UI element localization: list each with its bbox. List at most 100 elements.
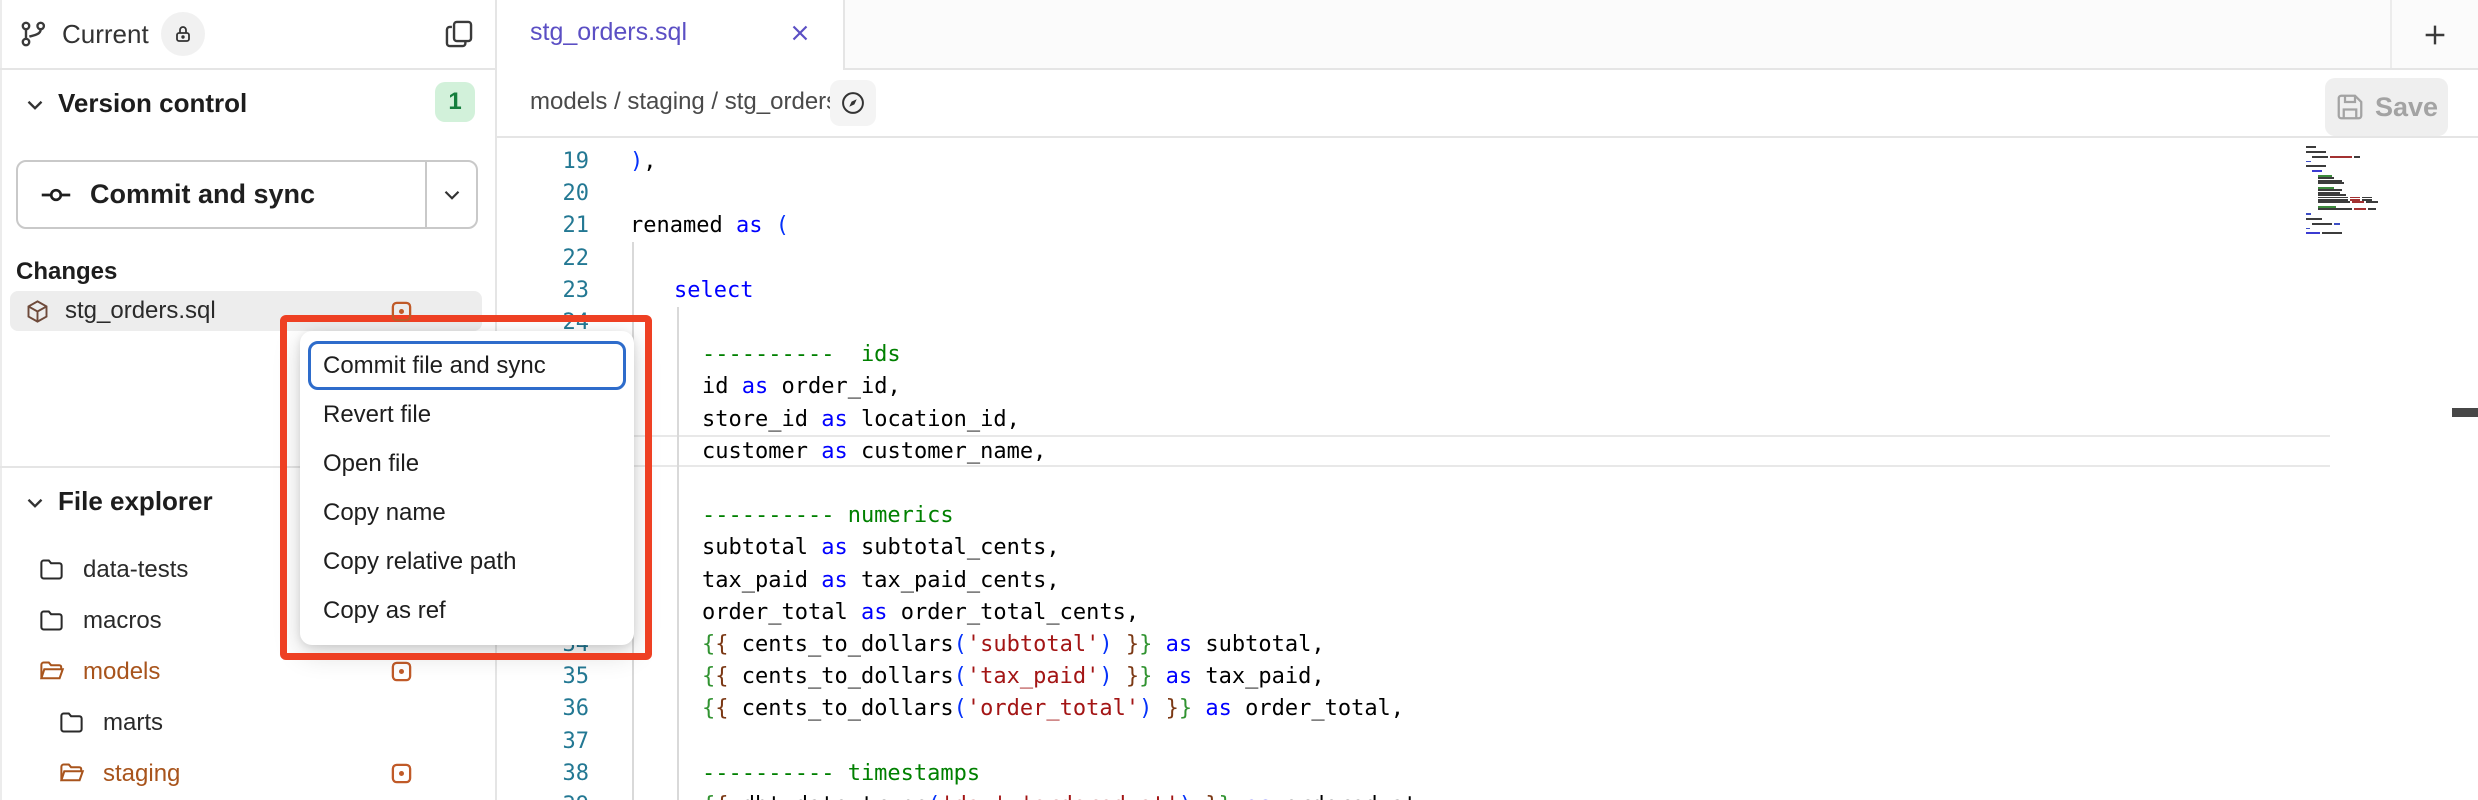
code-line-29: 29	[497, 467, 2478, 500]
code-line-22: 22	[497, 242, 2478, 275]
code-text: renamed as (	[630, 209, 789, 242]
chevron-down-icon	[22, 490, 48, 516]
code-line-36: 36 {{ cents_to_dollars('order_total') }} …	[497, 692, 2478, 725]
line-number: 36	[497, 692, 589, 725]
modified-folder-badge	[390, 660, 413, 683]
code-line-38: 38 ---------- timestamps	[497, 757, 2478, 790]
line-number: 19	[497, 145, 589, 178]
code-line-31: 31subtotal as subtotal_cents,	[497, 531, 2478, 564]
changes-heading: Changes	[16, 258, 117, 286]
line-number: 23	[497, 274, 589, 307]
code-text: {{ cents_to_dollars('order_total') }} as…	[630, 692, 1404, 725]
modified-file-badge	[390, 300, 413, 323]
code-line-34: 34{{ cents_to_dollars('subtotal') }} as …	[497, 628, 2478, 661]
branch-selector[interactable]: Current	[18, 10, 205, 58]
save-label: Save	[2375, 92, 2438, 123]
line-number: 39	[497, 789, 589, 800]
line-number: 38	[497, 757, 589, 790]
folder-label: data-tests	[83, 556, 188, 584]
tabbar-divider	[2390, 0, 2392, 68]
folder-open-icon	[58, 760, 85, 787]
sidebar-item-staging[interactable]: staging	[0, 748, 495, 799]
code-text: store_id as location_id,	[630, 403, 1020, 436]
code-line-25: 25---------- ids	[497, 338, 2478, 371]
tab-close-icon[interactable]	[787, 20, 813, 46]
commit-and-sync-main[interactable]: Commit and sync	[18, 162, 427, 227]
code-text: order_total as order_total_cents,	[630, 596, 1139, 629]
minimap[interactable]	[2306, 146, 2436, 239]
code-editor[interactable]: 19),2021renamed as (2223select2425------…	[497, 138, 2478, 800]
code-text: ---------- numerics	[630, 499, 954, 532]
lock-icon	[161, 12, 205, 56]
sidebar-item-marts[interactable]: marts	[0, 697, 495, 748]
folder-closed-icon	[38, 607, 65, 634]
code-line-19: 19),	[497, 145, 2478, 178]
code-line-21: 21 renamed as (	[497, 209, 2478, 242]
file-explorer-title: File explorer	[58, 486, 213, 517]
code-lines: 19),2021renamed as (2223select2425------…	[497, 138, 2478, 800]
breadcrumb-bar: models / staging / stg_orders.sql Save	[497, 70, 2478, 138]
line-number: 22	[497, 242, 589, 275]
code-line-35: 35 {{ cents_to_dollars('tax_paid') }} as …	[497, 660, 2478, 693]
save-floppy-icon	[2335, 92, 2365, 122]
tab-stg-orders[interactable]: stg_orders.sql	[497, 0, 845, 70]
code-line-20: 20	[497, 177, 2478, 210]
version-control-title: Version control	[58, 88, 247, 119]
code-text: customer as customer_name,	[630, 435, 1046, 468]
commit-and-sync-button[interactable]: Commit and sync	[16, 160, 478, 229]
code-text: {{ dbt.date_trunc('day','ordered_at') }}…	[630, 789, 1417, 800]
annotation-red-rectangle	[280, 315, 652, 660]
editor-tab-bar: stg_orders.sql	[497, 0, 2478, 70]
git-commit-icon	[38, 177, 74, 213]
code-line-30: 30---------- numerics	[497, 499, 2478, 532]
code-text: {{ cents_to_dollars('subtotal') }} as su…	[630, 628, 1325, 661]
code-text: id as order_id,	[630, 370, 901, 403]
code-text: {{ cents_to_dollars('tax_paid') }} as ta…	[630, 660, 1325, 693]
code-line-37: 37	[497, 725, 2478, 758]
dbt-model-cube-icon	[24, 298, 51, 325]
folder-closed-icon	[58, 709, 85, 736]
breadcrumb: models / staging / stg_orders.sql	[530, 88, 876, 116]
line-number: 20	[497, 177, 589, 210]
code-line-24: 24	[497, 306, 2478, 339]
line-number: 35	[497, 660, 589, 693]
line-number: 21	[497, 209, 589, 242]
modified-folder-badge	[390, 762, 413, 785]
folder-label: macros	[83, 607, 162, 635]
commit-options-caret[interactable]	[425, 162, 476, 227]
folder-label: staging	[103, 760, 180, 788]
commit-and-sync-label: Commit and sync	[90, 179, 315, 210]
dbt-ide-window: Current Version control 1	[0, 0, 2478, 800]
folder-open-icon	[38, 658, 65, 685]
code-text: subtotal as subtotal_cents,	[630, 531, 1060, 564]
folder-label: marts	[103, 709, 163, 737]
chevron-down-icon	[22, 92, 48, 118]
code-line-28: 28customer as customer_name,	[497, 435, 2478, 468]
save-button[interactable]: Save	[2325, 78, 2448, 136]
folder-label: models	[83, 658, 160, 686]
code-line-27: 27store_id as location_id,	[497, 403, 2478, 436]
code-text: ---------- ids	[630, 338, 901, 371]
folder-closed-icon	[38, 556, 65, 583]
changed-file-name: stg_orders.sql	[65, 297, 216, 325]
minimap-row	[2306, 237, 2436, 239]
code-text: tax_paid as tax_paid_cents,	[630, 564, 1060, 597]
branch-name: Current	[62, 19, 149, 50]
copy-branch-button[interactable]	[439, 14, 479, 54]
code-text: select	[630, 274, 753, 307]
code-line-23: 23 select	[497, 274, 2478, 307]
code-line-32: 32tax_paid as tax_paid_cents,	[497, 564, 2478, 597]
branch-header: Current	[0, 0, 495, 70]
git-branch-icon	[18, 18, 50, 50]
code-text: ---------- timestamps	[630, 757, 980, 790]
line-number: 37	[497, 725, 589, 758]
version-control-section-header[interactable]: Version control 1	[0, 82, 495, 128]
lineage-icon[interactable]	[830, 80, 876, 126]
changes-count-badge: 1	[435, 82, 475, 122]
code-line-26: 26id as order_id,	[497, 370, 2478, 403]
new-tab-button[interactable]	[2416, 16, 2454, 54]
code-text: ),	[630, 145, 657, 178]
code-line-39: 39 {{ dbt.date_trunc('day','ordered_at') …	[497, 789, 2478, 800]
overview-ruler-cursor-mark	[2452, 408, 2478, 417]
tab-title: stg_orders.sql	[530, 18, 687, 47]
